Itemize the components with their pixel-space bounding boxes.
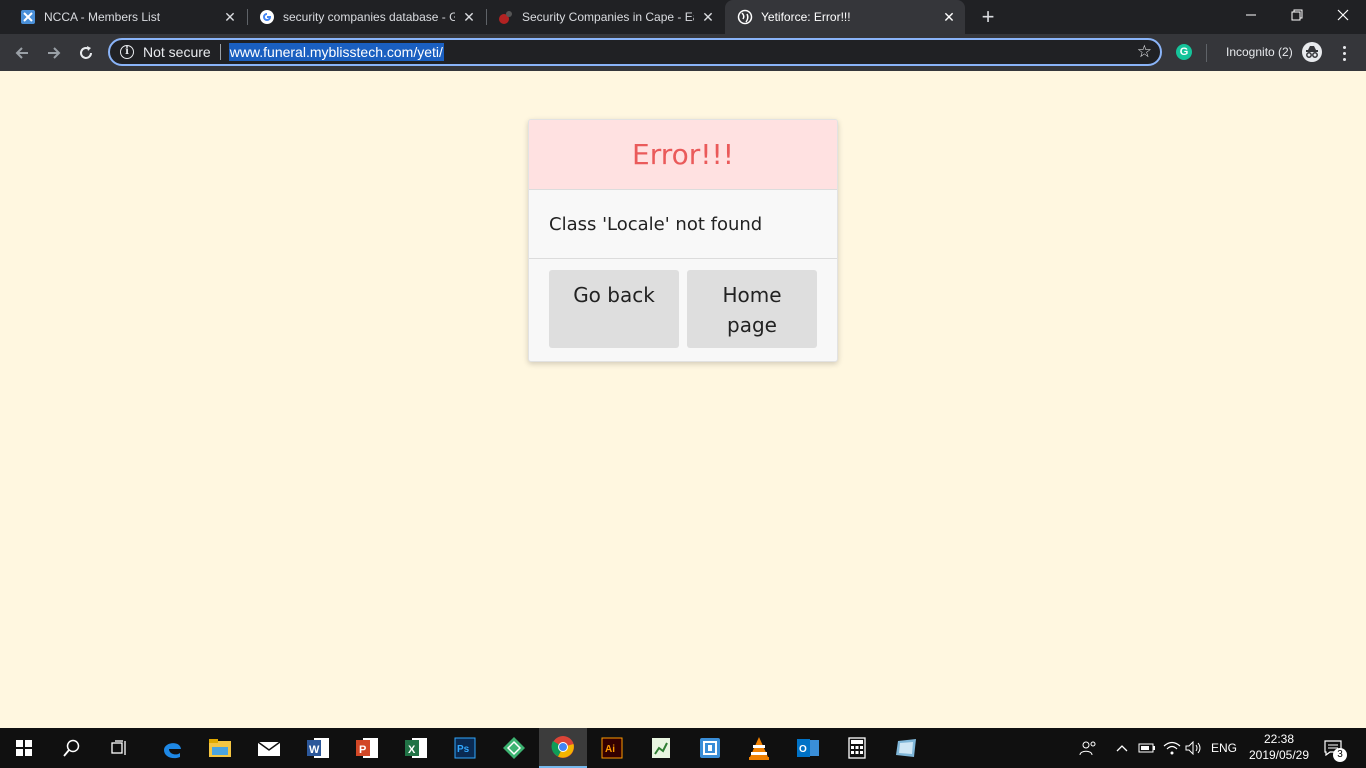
url-text[interactable]: www.funeral.myblisstech.com/yeti/ [228, 43, 444, 61]
close-tab-icon[interactable]: ✕ [941, 9, 957, 25]
incognito-icon[interactable] [1302, 42, 1322, 62]
notification-count-badge: 3 [1333, 748, 1347, 762]
powerpoint-icon[interactable]: P [343, 728, 391, 768]
reload-icon[interactable] [74, 41, 98, 65]
file-explorer-icon[interactable] [196, 728, 244, 768]
wifi-icon[interactable] [1160, 728, 1184, 768]
globe-icon [737, 9, 753, 25]
app-tile-icon[interactable] [882, 728, 930, 768]
excel-icon[interactable]: X [392, 728, 440, 768]
clock-time: 22:38 [1263, 732, 1295, 746]
omnibox-divider [219, 44, 221, 60]
error-body: Class 'Locale' not found [529, 190, 837, 259]
illustrator-icon[interactable]: Ai [588, 728, 636, 768]
close-tab-icon[interactable]: ✕ [461, 9, 477, 25]
start-icon[interactable] [0, 728, 48, 768]
minimize-icon[interactable] [1228, 0, 1274, 30]
tab-title: Yetiforce: Error!!! [761, 10, 851, 24]
browser-menu-icon[interactable] [1334, 42, 1354, 64]
people-icon[interactable] [1076, 728, 1100, 768]
site-icon [498, 9, 514, 25]
calculator-icon[interactable] [833, 728, 881, 768]
svg-text:X: X [408, 744, 416, 756]
svg-text:O: O [799, 744, 807, 755]
close-tab-icon[interactable]: ✕ [700, 9, 716, 25]
grammarly-extension-icon[interactable]: G [1176, 44, 1192, 60]
language-indicator[interactable]: ENG [1206, 728, 1242, 768]
edge-icon[interactable] [148, 728, 196, 768]
app-box-icon[interactable] [686, 728, 734, 768]
error-header: Error!!! [529, 120, 837, 190]
restore-icon[interactable] [1274, 0, 1320, 30]
back-arrow-icon[interactable] [10, 41, 34, 65]
close-window-icon[interactable] [1320, 0, 1366, 30]
tab-title: Security Companies in Cape - Ea [522, 10, 694, 24]
app-green-icon[interactable] [490, 728, 538, 768]
mail-icon[interactable] [245, 728, 293, 768]
search-icon[interactable] [48, 728, 96, 768]
chevron-up-icon[interactable] [1112, 728, 1132, 768]
system-clock[interactable]: 22:38 2019/05/29 [1246, 731, 1312, 763]
tab-strip: NCCA - Members List ✕ security companies… [0, 0, 1366, 34]
error-dialog: Error!!! Class 'Locale' not found Go bac… [528, 119, 838, 362]
outlook-icon[interactable]: O [784, 728, 832, 768]
project-icon[interactable] [637, 728, 685, 768]
error-message: Class 'Locale' not found [549, 213, 763, 235]
home-page-button[interactable]: Home page [687, 270, 817, 348]
incognito-label[interactable]: Incognito (2) [1226, 45, 1293, 59]
svg-text:W: W [309, 744, 320, 756]
chrome-icon[interactable] [539, 728, 587, 768]
toolbar-divider [1206, 44, 1207, 62]
error-actions: Go back Home page [529, 259, 837, 361]
address-bar[interactable]: i Not secure www.funeral.myblisstech.com… [108, 38, 1162, 66]
tab-title: security companies database - Go [283, 10, 455, 24]
vlc-icon[interactable] [735, 728, 783, 768]
tab-google-search[interactable]: security companies database - Go ✕ [239, 0, 485, 34]
clock-date: 2019/05/29 [1248, 748, 1310, 762]
tab-ncca[interactable]: NCCA - Members List ✕ [0, 0, 246, 34]
bookmark-star-icon[interactable]: ☆ [1137, 43, 1152, 61]
volume-icon[interactable] [1184, 728, 1204, 768]
task-view-icon[interactable] [96, 728, 144, 768]
info-icon[interactable]: i [120, 45, 134, 59]
browser-toolbar: i Not secure www.funeral.myblisstech.com… [0, 34, 1366, 71]
windows-taskbar: W P X Ps Ai O ENG 22:38 2019/05/29 [0, 728, 1366, 768]
battery-icon[interactable] [1136, 728, 1158, 768]
go-back-button[interactable]: Go back [549, 270, 679, 348]
word-icon[interactable]: W [294, 728, 342, 768]
error-title: Error!!! [632, 138, 734, 171]
security-status[interactable]: Not secure [143, 44, 211, 60]
svg-text:Ps: Ps [457, 744, 470, 755]
tab-title: NCCA - Members List [44, 10, 161, 24]
tab-security-companies[interactable]: Security Companies in Cape - Ea ✕ [478, 0, 724, 34]
google-icon [259, 9, 275, 25]
new-tab-button[interactable]: + [976, 5, 1000, 29]
forward-arrow-icon[interactable] [42, 41, 66, 65]
tab-yetiforce-error[interactable]: Yetiforce: Error!!! ✕ [725, 0, 965, 34]
photoshop-icon[interactable]: Ps [441, 728, 489, 768]
ncca-icon [20, 9, 36, 25]
svg-text:P: P [359, 744, 366, 756]
svg-text:Ai: Ai [605, 744, 615, 755]
close-tab-icon[interactable]: ✕ [222, 9, 238, 25]
